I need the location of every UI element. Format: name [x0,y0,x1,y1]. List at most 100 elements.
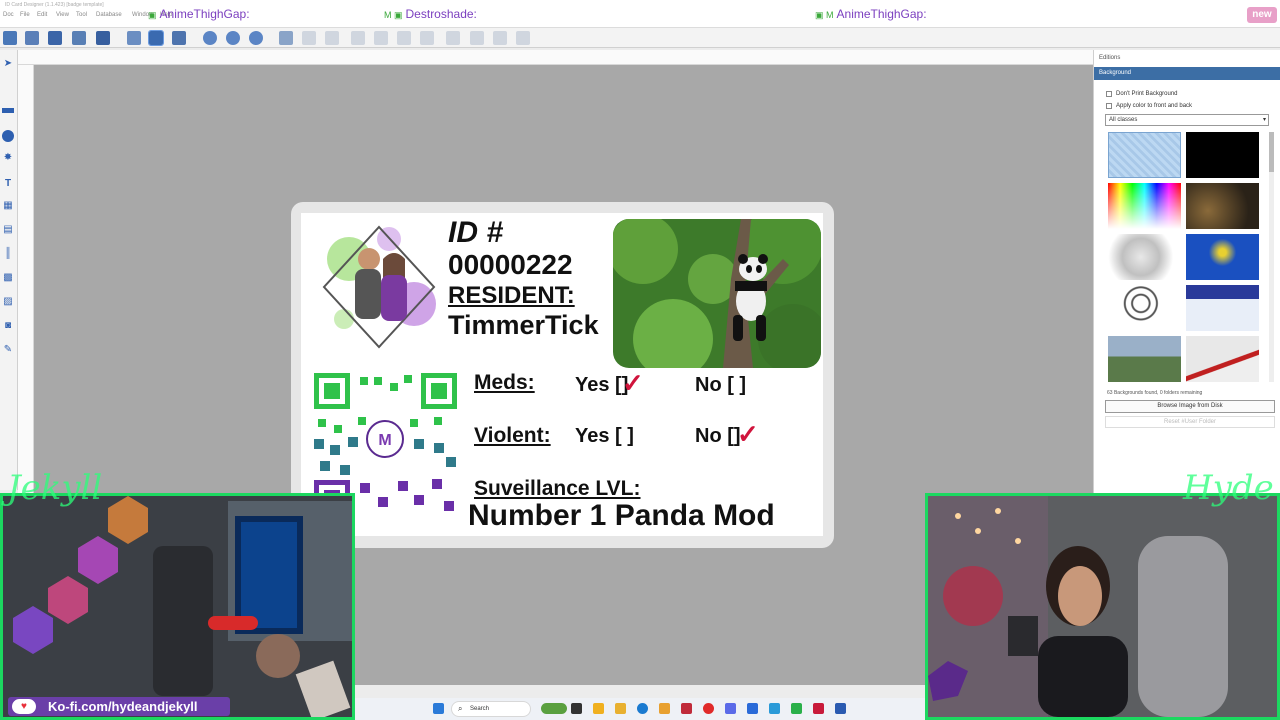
kofi-link: Ko-fi.com/hydeandjekyll [48,699,198,714]
camera-icon[interactable]: ◙ [2,320,14,332]
file-explorer-icon[interactable] [615,703,626,714]
resident-label: RESIDENT: [448,282,575,309]
id-card-app-icon[interactable] [835,703,846,714]
telegram-icon[interactable] [769,703,780,714]
taskbar-search[interactable]: ⌕ Search [451,701,531,717]
resident-name: TimmerTick [448,310,599,340]
zoom-in-icon[interactable] [203,31,217,45]
svg-text:M: M [378,432,391,449]
bg-thumb-logs[interactable] [1186,183,1259,229]
meds-yes-checkmark: ✓ [622,368,644,398]
surveillance-label: Suveillance LVL: [474,477,641,500]
store-icon[interactable] [659,703,670,714]
app-icon[interactable] [791,703,802,714]
bg-thumb-black[interactable] [1186,132,1259,178]
card-front-icon[interactable] [127,31,141,45]
jekyll-signature: Jekyll [7,468,103,508]
kofi-banner[interactable]: ♥ Ko-fi.com/hydeandjekyll [8,697,230,716]
ellipse-icon[interactable] [2,130,14,142]
weather-widget-icon[interactable] [541,703,567,714]
reset-user-folder-button: Reset #User Folder [1105,416,1275,428]
menu-view[interactable]: View [56,12,69,18]
edge-icon[interactable] [637,703,648,714]
thumbs-scrollbar[interactable] [1269,132,1274,382]
bg-thumb-truck[interactable] [1108,336,1181,382]
window-title: ID Card Designer (1.1.423) [badge templa… [5,2,104,8]
background-section-header[interactable]: Background [1094,67,1280,80]
app-icon[interactable] [747,703,758,714]
image-tool-icon[interactable]: ▦ [2,200,14,212]
zoom-fit-icon[interactable] [249,31,263,45]
disabled-tool-icon [493,31,507,45]
duo-logo-image[interactable] [319,219,439,349]
violent-yes: Yes [ ] [575,425,634,447]
calendar-icon[interactable]: ▤ [2,224,14,236]
dont-print-checkbox[interactable] [1106,91,1112,97]
chat-badge-icon: M ▣ [384,10,403,20]
bg-thumb-hand[interactable] [1108,234,1181,280]
meds-yes: Yes [] [575,374,629,396]
title-bar: ID Card Designer (1.1.423) [badge templa… [0,0,1280,28]
rectangle-icon[interactable] [2,108,14,113]
webcam-jekyll: Jekyll [0,468,355,720]
new-badge: new [1247,7,1277,23]
disabled-tool-icon [374,31,388,45]
bg-thumb-notebook[interactable] [1186,285,1259,331]
violent-label: Violent: [474,424,551,447]
app-icon[interactable] [681,703,692,714]
disabled-tool-icon [516,31,530,45]
panel-title: Editions [1099,55,1121,61]
signature-icon[interactable]: ✎ [2,344,14,356]
bg-thumb-pattern[interactable] [1108,132,1181,178]
start-icon[interactable] [433,703,444,714]
bg-thumb-love[interactable] [1108,285,1181,331]
menu-database[interactable]: Database [96,12,122,18]
menu-edit[interactable]: Edit [37,12,47,18]
qr-icon[interactable]: ▩ [2,272,14,284]
chrome-icon[interactable] [593,703,604,714]
copy-icon[interactable] [72,31,86,45]
task-view-icon[interactable] [571,703,582,714]
discord-icon[interactable] [725,703,736,714]
id-label: ID # [448,216,504,249]
chat-badge-icon: ▣ [148,10,157,20]
card-back-icon[interactable] [148,30,164,46]
save-icon[interactable] [48,31,62,45]
mic-icon[interactable] [813,703,824,714]
pointer-icon[interactable]: ➤ [2,58,14,70]
menu-tool[interactable]: Tool [76,12,87,18]
overlay-title-right: ▣ M AnimeThighGap: [815,7,927,21]
taskbar [355,698,925,720]
zoom-out-icon[interactable] [226,31,240,45]
classes-select[interactable]: All classes ▾ [1105,114,1269,126]
browse-image-button[interactable]: Browse Image from Disk [1105,400,1275,413]
print-icon[interactable] [96,31,110,45]
new-doc-icon[interactable] [3,31,17,45]
align-icon[interactable] [279,31,293,45]
apply-color-checkbox[interactable] [1106,103,1112,109]
list-icon[interactable] [172,31,186,45]
disabled-tool-icon [420,31,434,45]
barcode-icon[interactable]: ║ [2,248,14,260]
opera-icon[interactable] [703,703,714,714]
id-card[interactable]: ID # 00000222 RESIDENT: TimmerTick M Med… [301,213,823,536]
surveillance-value: Number 1 Panda Mod [468,499,775,532]
apply-color-label: Apply color to front and back [1116,103,1193,109]
meds-no: No [ ] [695,374,747,396]
star-icon[interactable]: ✸ [2,152,14,164]
text-tool-icon[interactable]: T [2,178,14,190]
open-icon[interactable] [25,31,39,45]
menu-file[interactable]: File [20,12,30,18]
disabled-tool-icon [325,31,339,45]
background-count: 63 Backgrounds found, 0 folders remainin… [1107,390,1203,396]
bg-thumb-spectrum[interactable] [1108,183,1181,229]
overlay-title-center: M ▣ Destroshade: [384,7,477,21]
photo-icon[interactable]: ▨ [2,296,14,308]
search-icon: ⌕ [458,704,463,713]
bg-thumb-pen[interactable] [1186,336,1259,382]
editions-panel: Editions Background Don't Print Backgrou… [1093,50,1280,495]
panda-photo[interactable] [613,219,821,368]
menu-doc[interactable]: Doc [3,12,14,18]
heart-cup-icon: ♥ [12,699,36,714]
bg-thumb-flowers[interactable] [1186,234,1259,280]
